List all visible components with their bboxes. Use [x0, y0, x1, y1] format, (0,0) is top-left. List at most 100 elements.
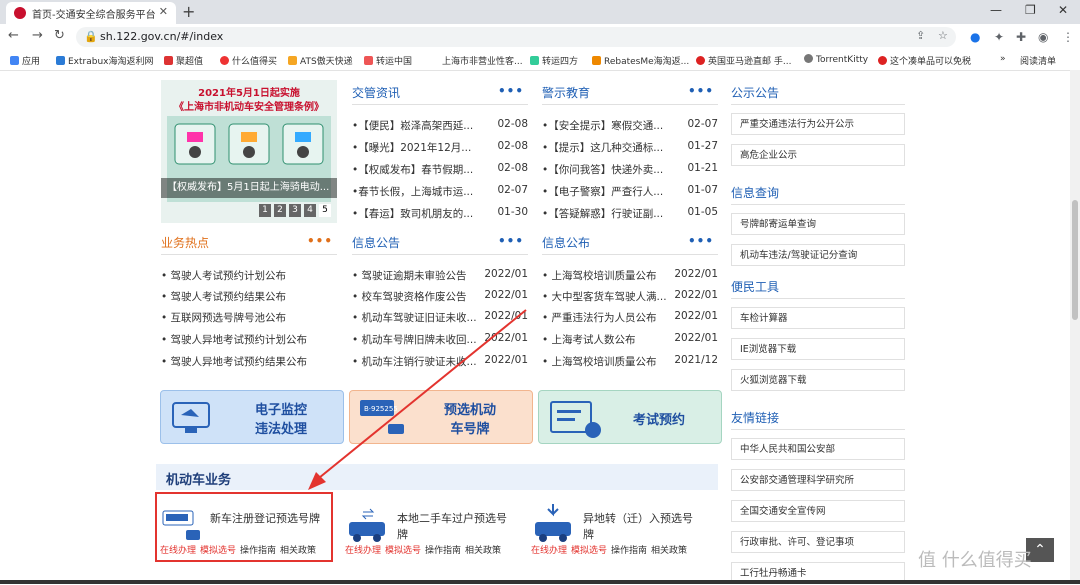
- pager-dot[interactable]: 4: [304, 204, 316, 217]
- address-bar[interactable]: 🔒 sh.122.gov.cn/#/index ⇪ ☆: [76, 27, 956, 47]
- link-simulate[interactable]: 模拟选号: [200, 546, 236, 556]
- reload-icon[interactable]: ↻: [54, 28, 65, 43]
- bookmark[interactable]: 聚超值: [164, 54, 203, 67]
- bookmark[interactable]: 上海市非营业性客...: [442, 54, 523, 67]
- list-item[interactable]: • 互联网预选号牌号池公布: [161, 310, 286, 325]
- bookmark[interactable]: 什么值得买: [220, 54, 277, 67]
- service-transfer-in[interactable]: 异地转（迁）入预选号牌 在线办理 模拟选号 操作指南 相关政策: [531, 502, 716, 560]
- forward-icon[interactable]: →: [32, 28, 43, 43]
- right-link[interactable]: 全国交通安全宣传网: [731, 500, 905, 522]
- link-guide[interactable]: 操作指南: [240, 546, 276, 556]
- list-item[interactable]: • 驾驶证逾期未审验公告 2022/01: [352, 268, 528, 283]
- list-item[interactable]: •【提示】这几种交通标... 01-27: [542, 140, 718, 155]
- bookmark[interactable]: ATS傲天快递: [288, 54, 353, 67]
- bookmark-icon: [878, 56, 887, 65]
- right-link[interactable]: 公安部交通管理科学研究所: [731, 469, 905, 491]
- lock-icon: 🔒: [84, 30, 98, 43]
- bookmark[interactable]: 转运中国: [364, 54, 412, 67]
- section-header-jingmin: 警示教育 •••: [542, 84, 718, 105]
- new-tab-icon[interactable]: +: [182, 2, 195, 21]
- section-title: 业务热点: [161, 236, 210, 250]
- list-item[interactable]: • 驾驶人异地考试预约计划公布: [161, 332, 307, 347]
- link-online[interactable]: 在线办理: [531, 546, 567, 556]
- right-link[interactable]: 车检计算器: [731, 307, 905, 329]
- news-list-jingmin: •【安全提示】寒假交通... 02-07 •【提示】这几种交通标... 01-27 …: [542, 118, 718, 228]
- right-link[interactable]: 行政审批、许可、登记事项: [731, 531, 905, 553]
- card-exam-booking[interactable]: 考试预约: [538, 390, 722, 444]
- more-link[interactable]: •••: [688, 234, 714, 248]
- list-item[interactable]: •【你问我答】快递外卖... 01-21: [542, 162, 718, 177]
- monitor-camera-icon: [172, 402, 210, 433]
- right-link[interactable]: 中华人民共和国公安部: [731, 438, 905, 460]
- window-close-icon[interactable]: ✕: [1058, 3, 1068, 17]
- right-link[interactable]: IE浏览器下载: [731, 338, 905, 360]
- right-link[interactable]: 工行牡丹畅通卡: [731, 562, 905, 582]
- list-item[interactable]: •春节长假，上海城市运... 02-07: [352, 184, 528, 199]
- list-item[interactable]: •【电子警察】严查行人... 01-07: [542, 184, 718, 199]
- right-link[interactable]: 火狐浏览器下载: [731, 369, 905, 391]
- close-icon[interactable]: ✕: [159, 5, 168, 18]
- list-item[interactable]: • 上海驾校培训质量公布 2021/12: [542, 354, 718, 369]
- bookmark[interactable]: TorrentKitty: [804, 54, 868, 65]
- more-link[interactable]: •••: [688, 84, 714, 98]
- pager-dot[interactable]: 3: [289, 204, 301, 217]
- bookmark[interactable]: 转运四方: [530, 54, 578, 67]
- list-item[interactable]: • 上海驾校培训质量公布 2022/01: [542, 268, 718, 283]
- link-online[interactable]: 在线办理: [345, 546, 381, 556]
- list-item[interactable]: • 驾驶人考试预约结果公布: [161, 289, 286, 304]
- link-policy[interactable]: 相关政策: [280, 546, 316, 556]
- bookmark[interactable]: RebatesMe海淘返...: [592, 54, 689, 67]
- news-carousel[interactable]: 2021年5月1日起实施 《上海市非机动车安全管理条例》 【权威发布】5月1日起…: [161, 80, 337, 223]
- list-item[interactable]: •【便民】崧泽高架西延... 02-08: [352, 118, 528, 133]
- right-link[interactable]: 严重交通违法行为公开公示: [731, 113, 905, 135]
- maximize-icon[interactable]: ❐: [1025, 3, 1036, 17]
- back-icon[interactable]: ←: [8, 28, 19, 43]
- bookmark[interactable]: 英国亚马逊直邮 手...: [696, 54, 791, 67]
- extension-icon[interactable]: ●: [970, 30, 980, 44]
- share-icon[interactable]: ⇪: [916, 29, 925, 42]
- link-guide[interactable]: 操作指南: [425, 546, 461, 556]
- minimize-icon[interactable]: —: [990, 3, 1002, 17]
- pager-dot-active[interactable]: 5: [319, 204, 331, 217]
- list-item[interactable]: •【答疑解惑】行驶证副... 01-05: [542, 206, 718, 221]
- scrollbar-thumb[interactable]: [1072, 200, 1078, 320]
- browser-tab[interactable]: 首页-交通安全综合服务平台 ✕: [6, 2, 176, 24]
- puzzle-icon[interactable]: ✚: [1016, 30, 1026, 44]
- list-item[interactable]: • 严重违法行为人员公布 2022/01: [542, 310, 718, 325]
- scrollbar[interactable]: [1070, 70, 1080, 582]
- more-link[interactable]: •••: [307, 234, 333, 248]
- link-policy[interactable]: 相关政策: [465, 546, 501, 556]
- link-simulate[interactable]: 模拟选号: [385, 546, 421, 556]
- more-link[interactable]: •••: [498, 234, 524, 248]
- star-icon[interactable]: ☆: [938, 29, 948, 42]
- right-link[interactable]: 号牌邮寄运单查询: [731, 213, 905, 235]
- right-link[interactable]: 高危企业公示: [731, 144, 905, 166]
- profile-icon[interactable]: ◉: [1038, 30, 1048, 44]
- extension-icon[interactable]: ✦: [994, 30, 1004, 44]
- list-item[interactable]: •【春运】致司机朋友的... 01-30: [352, 206, 528, 221]
- right-link[interactable]: 机动车违法/驾驶证记分查询: [731, 244, 905, 266]
- list-item[interactable]: • 大中型客货车驾驶人满... 2022/01: [542, 289, 718, 304]
- list-item[interactable]: • 驾驶人考试预约计划公布: [161, 268, 286, 283]
- list-item[interactable]: •【权威发布】春节假期... 02-08: [352, 162, 528, 177]
- list-item[interactable]: •【曝光】2021年12月... 02-08: [352, 140, 528, 155]
- list-item[interactable]: • 驾驶人异地考试预约结果公布: [161, 354, 307, 369]
- pager-dot[interactable]: 1: [259, 204, 271, 217]
- bookmark-apps[interactable]: 应用: [10, 54, 40, 67]
- service-new-car[interactable]: 新车注册登记预选号牌 在线办理 模拟选号 操作指南 相关政策: [160, 502, 330, 560]
- link-simulate[interactable]: 模拟选号: [571, 546, 607, 556]
- link-online[interactable]: 在线办理: [160, 546, 196, 556]
- bookmarks-overflow[interactable]: »: [1000, 54, 1006, 64]
- bookmark[interactable]: Extrabux海淘返利网: [56, 54, 154, 67]
- more-link[interactable]: •••: [498, 84, 524, 98]
- service-local-used-car[interactable]: 本地二手车过户预选号牌 在线办理 模拟选号 操作指南 相关政策: [345, 502, 525, 560]
- list-item[interactable]: • 上海考试人数公布 2022/01: [542, 332, 718, 347]
- reading-list[interactable]: 阅读清单: [1020, 54, 1056, 67]
- link-guide[interactable]: 操作指南: [611, 546, 647, 556]
- bookmark[interactable]: 这个凑单品可以免税: [878, 54, 971, 67]
- pager-dot[interactable]: 2: [274, 204, 286, 217]
- section-title: 信息公告: [352, 236, 401, 250]
- menu-icon[interactable]: ⋮: [1062, 30, 1074, 44]
- link-policy[interactable]: 相关政策: [651, 546, 687, 556]
- list-item[interactable]: •【安全提示】寒假交通... 02-07: [542, 118, 718, 133]
